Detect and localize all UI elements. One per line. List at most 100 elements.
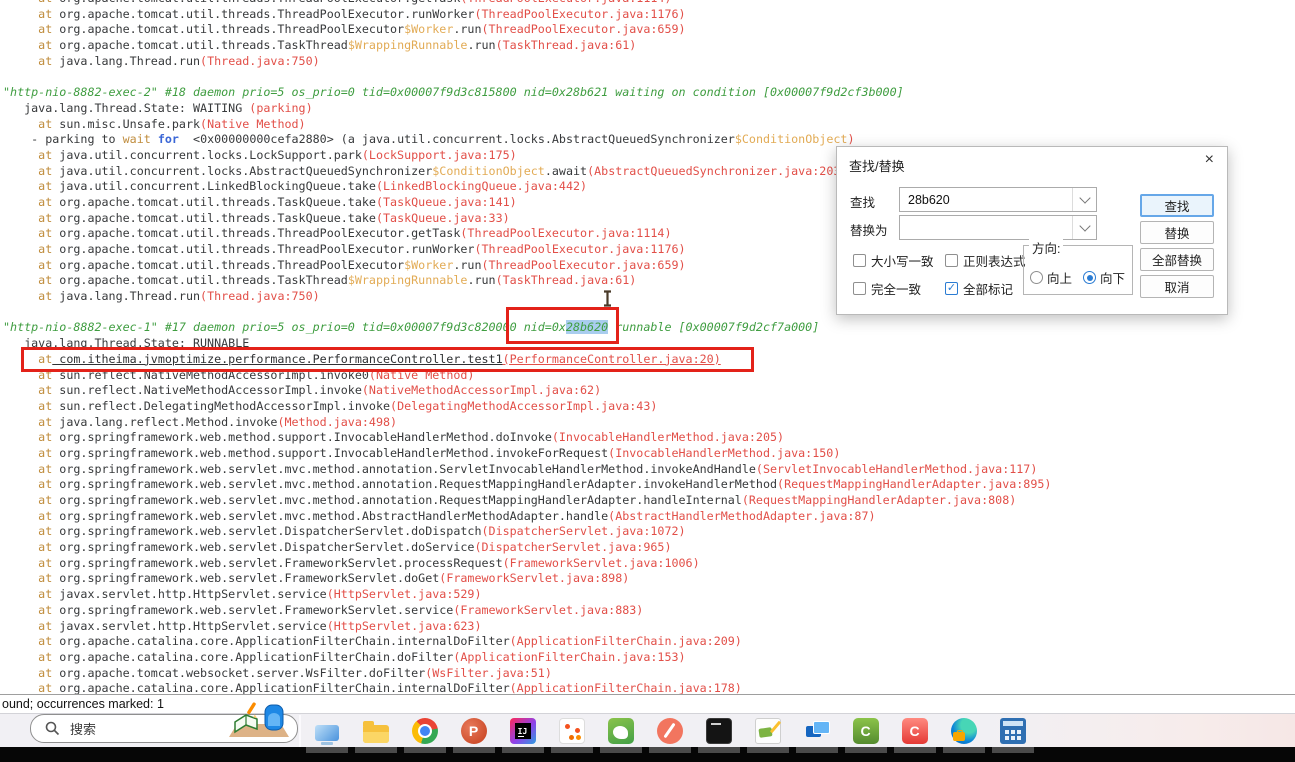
camtasia-recorder-icon[interactable]: C [890,714,939,748]
taskbar-indicator-segment [502,747,544,753]
display-icon[interactable] [302,714,351,748]
code-line: java.lang.Thread.State: WAITING (parking… [0,101,1295,117]
green-bird-app-icon[interactable] [596,714,645,748]
cancel-button[interactable]: 取消 [1140,275,1214,298]
edge-icon [951,718,977,744]
find-input-value: 28b620 [900,193,1072,207]
pen-app-icon [657,718,683,744]
code-line: at org.apache.tomcat.util.threads.Thread… [0,22,1295,38]
find-replace-dialog: 查找/替换 × 查找 28b620 替换为 大小写一致正则表达式完全一致✓全部标… [836,146,1228,315]
checkbox-match-whole[interactable]: 完全一致 [853,279,945,298]
direction-group: 方向: 向上向下 [1023,245,1133,295]
code-line: at org.apache.catalina.core.ApplicationF… [0,681,1295,694]
radio-up[interactable]: 向上 [1030,268,1072,287]
code-line: at org.springframework.web.servlet.mvc.m… [0,477,1295,493]
powerpoint-icon: P [461,718,487,744]
taskbar-indicator-segment [747,747,789,753]
taskbar-indicator-segment [845,747,887,753]
dual-screens-icon [804,718,830,744]
taskbar-indicator-segment [649,747,691,753]
checkbox-match-case[interactable]: 大小写一致 [853,251,945,270]
replace-dropdown-icon[interactable] [1072,216,1096,239]
code-line: at org.springframework.web.method.suppor… [0,446,1295,462]
annotation-box-method [21,347,754,372]
find-input[interactable]: 28b620 [899,187,1097,212]
code-line: at sun.reflect.DelegatingMethodAccessorI… [0,399,1295,415]
replace-input[interactable] [899,215,1097,240]
find-button[interactable]: 查找 [1140,194,1214,217]
status-text: ound; occurrences marked: 1 [2,697,164,711]
radio-label: 向下 [1100,268,1125,287]
taskbar-search[interactable]: 搜索 [30,714,298,743]
terminal-icon [706,718,732,744]
chrome-icon[interactable] [400,714,449,748]
find-dropdown-icon[interactable] [1072,188,1096,211]
code-line: at org.apache.catalina.core.ApplicationF… [0,634,1295,650]
file-explorer-icon [363,725,389,743]
pen-app-icon[interactable] [645,714,694,748]
taskbar-separator [299,715,301,747]
code-line: "http-nio-8882-exec-2" #18 daemon prio=5… [0,85,1295,101]
status-bar: ound; occurrences marked: 1 [0,694,1295,713]
code-line: at javax.servlet.http.HttpServlet.servic… [0,587,1295,603]
code-line: at org.springframework.web.servlet.Dispa… [0,540,1295,556]
taskbar-indicator-segment [698,747,740,753]
checkbox-label: 全部标记 [963,279,1013,298]
taskbar-indicator-segment [453,747,495,753]
code-line: at org.springframework.web.servlet.mvc.m… [0,509,1295,525]
search-highlights-graphic [223,700,295,745]
taskbar-indicator-segment [894,747,936,753]
code-line: at org.apache.tomcat.websocket.server.Ws… [0,666,1295,682]
text-cursor-icon [602,290,613,312]
display-icon [315,725,339,741]
code-line: at org.apache.tomcat.util.threads.Thread… [0,7,1295,23]
replace-all-button[interactable]: 全部替换 [1140,248,1214,271]
taskbar-indicator-segment [355,747,397,753]
radio-unselected-icon[interactable] [1030,271,1043,284]
calculator-icon[interactable] [988,714,1037,748]
code-line: at org.springframework.web.servlet.mvc.m… [0,493,1295,509]
radio-label: 向上 [1047,268,1072,287]
notepad-app-icon[interactable] [743,714,792,748]
intellij-idea-icon[interactable]: IJ [498,714,547,748]
radio-down[interactable]: 向下 [1083,268,1125,287]
code-line: at sun.misc.Unsafe.park(Native Method) [0,117,1295,133]
green-bird-app-icon [608,718,634,744]
taskbar-indicator-segment [404,747,446,753]
calculator-icon [1000,718,1026,744]
chrome-icon [412,718,438,744]
code-line: at org.springframework.web.servlet.Frame… [0,603,1295,619]
replace-label: 替换为 [850,220,888,239]
close-icon[interactable]: × [1205,152,1214,168]
checkbox-label: 完全一致 [871,279,921,298]
code-line [0,69,1295,85]
radio-selected-icon[interactable] [1083,271,1096,284]
checkbox-unchecked-icon[interactable] [853,282,866,295]
camtasia-icon: C [853,718,879,744]
file-explorer-icon[interactable] [351,714,400,748]
powerpoint-glyph: P [461,718,487,744]
code-line: "http-nio-8882-exec-1" #17 daemon prio=5… [0,320,1295,336]
screen-bottom-strip [0,747,1295,762]
replace-button[interactable]: 替换 [1140,221,1214,244]
checkbox-unchecked-icon[interactable] [945,254,958,267]
checkbox-checked-icon[interactable]: ✓ [945,282,958,295]
code-line: at org.springframework.web.servlet.Frame… [0,556,1295,572]
mindmap-app-icon[interactable] [547,714,596,748]
checkbox-unchecked-icon[interactable] [853,254,866,267]
terminal-icon[interactable] [694,714,743,748]
intellij-idea-glyph: IJ [515,723,531,739]
code-line: at java.lang.reflect.Method.invoke(Metho… [0,415,1295,431]
code-line: at org.springframework.web.servlet.Dispa… [0,524,1295,540]
dual-screens-icon[interactable] [792,714,841,748]
edge-icon[interactable] [939,714,988,748]
code-line: at sun.reflect.NativeMethodAccessorImpl.… [0,383,1295,399]
taskbar-indicator-segment [943,747,985,753]
powerpoint-icon[interactable]: P [449,714,498,748]
code-line: at org.springframework.web.servlet.Frame… [0,571,1295,587]
checkbox-label: 正则表达式 [963,251,1026,270]
camtasia-recorder-icon: C [902,718,928,744]
find-label: 查找 [850,192,875,211]
camtasia-icon[interactable]: C [841,714,890,748]
camtasia-glyph: C [853,718,879,744]
